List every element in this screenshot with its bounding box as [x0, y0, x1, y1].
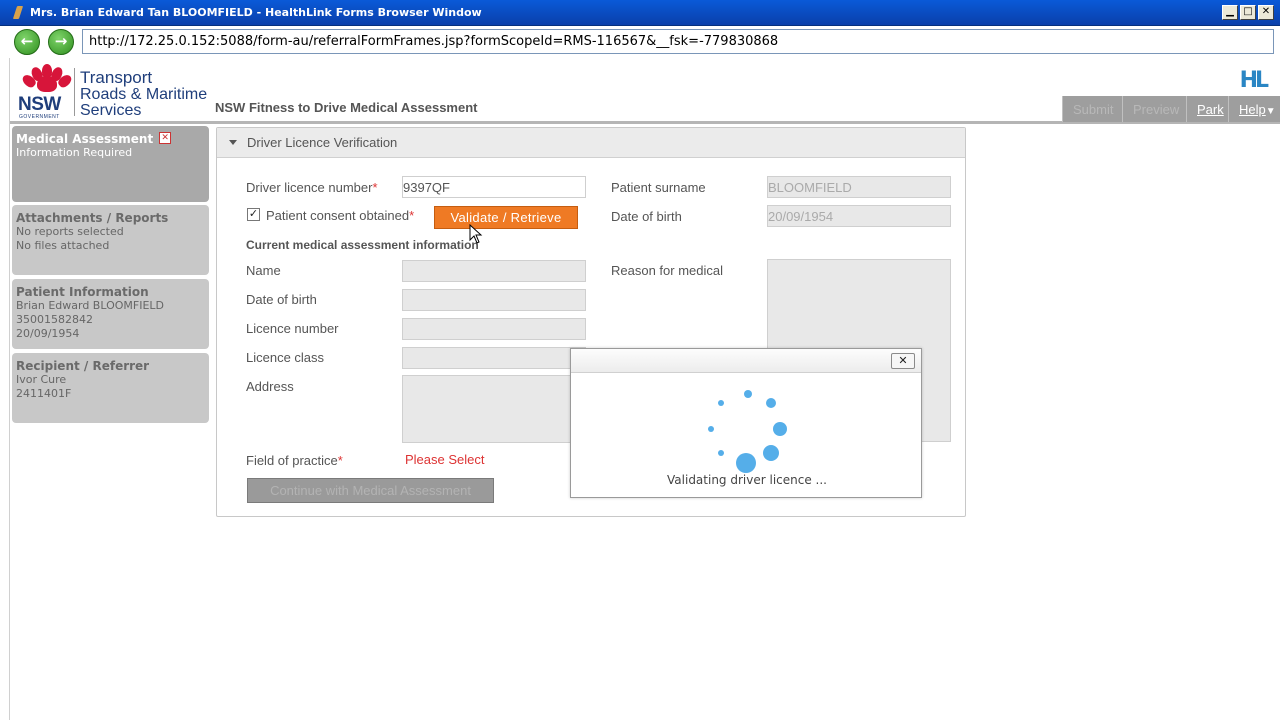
window-controls: ▁ □ ✕ — [1222, 5, 1274, 20]
licence-no-label: Licence number — [246, 321, 339, 336]
page-title: NSW Fitness to Drive Medical Assessment — [215, 100, 478, 115]
sidebar-item-line: 2411401F — [16, 387, 72, 400]
waratah-icon — [20, 64, 74, 96]
header-toolbar: Submit Preview Park Help▼ — [1062, 96, 1280, 122]
address-label: Address — [246, 379, 294, 394]
sidebar-item-title: Recipient / Referrer — [16, 359, 150, 373]
licence-number-input[interactable]: 9397QF — [402, 176, 586, 198]
licence-class-field — [402, 347, 586, 369]
licence-class-label: Licence class — [246, 350, 325, 365]
healthlink-logo: HL — [1239, 68, 1269, 93]
name-label: Name — [246, 263, 281, 278]
sidebar-item-line: 35001582842 — [16, 313, 93, 326]
panel-header[interactable]: Driver Licence Verification — [217, 128, 965, 158]
left-border — [0, 58, 10, 720]
sidebar-item-line: Brian Edward BLOOMFIELD — [16, 299, 165, 312]
preview-button[interactable]: Preview — [1122, 96, 1186, 122]
dob-field — [402, 289, 586, 311]
submit-button[interactable]: Submit — [1062, 96, 1122, 122]
logo-line-1: Transport — [80, 68, 153, 87]
sidebar-item-title: Medical Assessment — [16, 132, 154, 146]
licence-no-field — [402, 318, 586, 340]
dob-label-right: Date of birth — [611, 209, 682, 224]
validating-modal: ✕ Validating driver licence ... — [570, 348, 922, 498]
name-field — [402, 260, 586, 282]
mouse-cursor-icon — [469, 224, 483, 244]
address-field — [402, 375, 586, 443]
sidebar-item-title: Patient Information — [16, 285, 149, 299]
panel-heading: Driver Licence Verification — [247, 135, 398, 150]
window-title-bar: Mrs. Brian Edward Tan BLOOMFIELD - Healt… — [0, 0, 1280, 26]
sidebar-item-attachments[interactable]: Attachments / Reports No reports selecte… — [12, 205, 209, 275]
help-label: Help — [1239, 102, 1266, 117]
logo-line-3: Services — [80, 102, 142, 119]
collapse-triangle-icon — [229, 140, 237, 145]
sidebar-item-line: Ivor Cure — [16, 373, 67, 386]
maximize-button[interactable]: □ — [1240, 5, 1256, 20]
field-of-practice-label: Field of practice* — [246, 453, 343, 468]
patient-surname-field: BLOOMFIELD — [767, 176, 951, 198]
licence-number-label: Driver licence number* — [246, 180, 378, 195]
error-icon: ✕ — [159, 132, 172, 144]
sidebar-item-patient-information[interactable]: Patient Information Brian Edward BLOOMFI… — [12, 279, 209, 349]
validate-retrieve-button[interactable]: Validate / Retrieve — [434, 206, 578, 229]
address-bar: ← → http://172.25.0.152:5088/form-au/ref… — [0, 26, 1280, 58]
sidebar-item-line: Information Required — [16, 146, 133, 159]
app-header: NSW GOVERNMENT Transport Roads & Maritim… — [10, 58, 1280, 124]
current-assessment-heading: Current medical assessment information — [246, 238, 479, 252]
close-window-button[interactable]: ✕ — [1258, 5, 1274, 20]
transport-logo: NSW GOVERNMENT Transport Roads & Maritim… — [16, 64, 216, 120]
continue-button[interactable]: Continue with Medical Assessment — [247, 478, 494, 503]
sidebar-item-line: No files attached — [16, 239, 110, 252]
sidebar-item-recipient[interactable]: Recipient / Referrer Ivor Cure 2411401F — [12, 353, 209, 423]
reason-label: Reason for medical — [611, 263, 723, 278]
consent-checkbox[interactable]: ✓ — [247, 208, 260, 221]
help-button[interactable]: Help▼ — [1228, 96, 1280, 122]
dob-label: Date of birth — [246, 292, 317, 307]
back-button[interactable]: ← — [14, 29, 40, 55]
logo-divider — [74, 68, 75, 116]
field-of-practice-select[interactable]: Please Select — [402, 449, 586, 471]
chevron-down-icon: ▼ — [1265, 106, 1276, 117]
app-icon — [12, 5, 26, 21]
url-input[interactable]: http://172.25.0.152:5088/form-au/referra… — [82, 29, 1274, 54]
government-wordmark: GOVERNMENT — [19, 114, 60, 120]
nsw-wordmark: NSW — [18, 94, 61, 115]
park-button[interactable]: Park — [1186, 96, 1228, 122]
forward-button[interactable]: → — [48, 29, 74, 55]
window-title: Mrs. Brian Edward Tan BLOOMFIELD - Healt… — [30, 6, 482, 19]
minimize-button[interactable]: ▁ — [1222, 5, 1238, 20]
sidebar-item-title: Attachments / Reports — [16, 211, 169, 225]
dob-field-right: 20/09/1954 — [767, 205, 951, 227]
sidebar-item-medical-assessment[interactable]: Medical Assessment ✕ Information Required — [12, 126, 209, 202]
consent-label: Patient consent obtained* — [266, 208, 415, 223]
sidebar-item-line: No reports selected — [16, 225, 124, 238]
patient-surname-label: Patient surname — [611, 180, 706, 195]
sidebar-item-line: 20/09/1954 — [16, 327, 80, 340]
modal-message: Validating driver licence ... — [667, 473, 827, 487]
